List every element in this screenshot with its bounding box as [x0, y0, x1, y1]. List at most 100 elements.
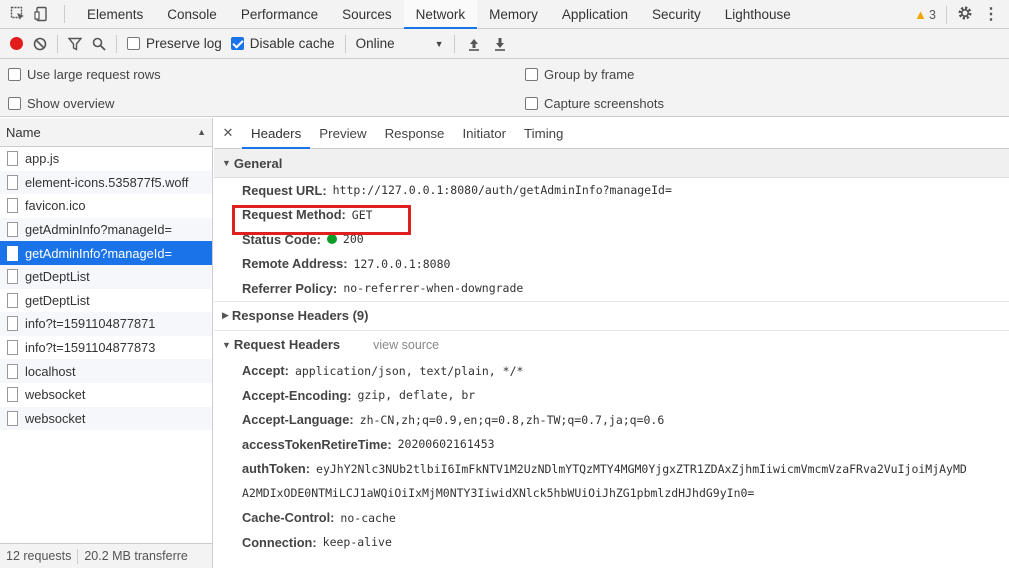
tab-bar-right: ▲ 3 ⋮	[914, 0, 999, 29]
throttling-select[interactable]: Online ▼	[356, 36, 444, 51]
request-name: localhost	[25, 363, 76, 379]
file-icon	[7, 245, 18, 261]
request-name: app.js	[25, 151, 60, 167]
request-headers-list: Accept: application/json, text/plain, */*…	[214, 359, 1009, 555]
file-icon	[7, 174, 18, 190]
warnings-counter[interactable]: ▲ 3	[914, 7, 936, 22]
request-row[interactable]: websocket	[0, 406, 212, 431]
header-row-request-url: Request URL: http://127.0.0.1:8080/auth/…	[214, 178, 1009, 203]
tab-elements[interactable]: Elements	[75, 0, 155, 29]
filter-icon[interactable]	[68, 37, 82, 51]
throttling-value: Online	[355, 36, 395, 51]
request-row[interactable]: localhost	[0, 359, 212, 383]
request-count: 12 requests	[6, 549, 72, 563]
clear-icon[interactable]	[33, 37, 47, 51]
inspect-element-icon[interactable]	[8, 4, 28, 24]
tab-application[interactable]: Application	[550, 0, 640, 29]
header-value: zh-CN,zh;q=0.9,en;q=0.8,zh-TW;q=0.7,ja;q…	[359, 412, 665, 427]
request-header-row: Accept-Language: zh-CN,zh;q=0.9,en;q=0.8,…	[214, 408, 1009, 433]
preserve-log-checkbox[interactable]: Preserve log	[127, 36, 222, 51]
general-section-header[interactable]: ▼ General	[214, 149, 1009, 178]
search-icon[interactable]	[92, 37, 106, 51]
preserve-log-box[interactable]	[127, 37, 140, 50]
tab-security[interactable]: Security	[640, 0, 713, 29]
request-header-row: A2MDIxODE0NTMiLCJ1aWQiOiIxMjM0NTY3IiwidX…	[214, 481, 1009, 506]
tab-memory[interactable]: Memory	[477, 0, 550, 29]
header-name: Accept-Language:	[242, 412, 354, 428]
header-name: Request URL:	[242, 182, 327, 198]
tab-initiator[interactable]: Initiator	[453, 118, 515, 149]
status-ok-icon	[326, 234, 337, 245]
request-row[interactable]: element-icons.535877f5.woff	[0, 170, 212, 195]
tab-network[interactable]: Network	[403, 0, 478, 29]
capture-screenshots-checkbox[interactable]: Capture screenshots	[525, 96, 664, 111]
header-value: keep-alive	[322, 535, 392, 550]
show-overview-checkbox[interactable]: Show overview	[8, 96, 114, 111]
tab-sources[interactable]: Sources	[330, 0, 404, 29]
request-row[interactable]: websocket	[0, 383, 212, 407]
request-row[interactable]: getDeptList	[0, 264, 212, 289]
request-row[interactable]: getAdminInfo?manageId=	[0, 241, 212, 265]
header-name: Connection:	[242, 534, 317, 550]
general-section-label: General	[233, 155, 283, 171]
tab-preview[interactable]: Preview	[310, 118, 375, 149]
large-rows-checkbox[interactable]: Use large request rows	[8, 67, 161, 82]
request-name: favicon.ico	[25, 198, 86, 214]
capture-screenshots-label: Capture screenshots	[544, 96, 664, 111]
devtools-tab-bar: Elements Console Performance Sources Net…	[0, 0, 1009, 29]
show-overview-box[interactable]	[8, 97, 21, 110]
header-value: no-referrer-when-downgrade	[343, 281, 524, 296]
capture-screenshots-box[interactable]	[525, 97, 538, 110]
request-row[interactable]: getDeptList	[0, 289, 212, 313]
toolbar-separator	[453, 34, 455, 53]
file-icon	[7, 269, 18, 285]
request-row[interactable]: info?t=1591104877873	[0, 336, 212, 360]
name-column-header[interactable]: Name ▲	[0, 118, 212, 147]
header-row-remote-address: Remote Address: 127.0.0.1:8080	[214, 252, 1009, 277]
request-row[interactable]: info?t=1591104877871	[0, 312, 212, 336]
network-toolbar: Preserve log Disable cache Online ▼	[0, 29, 1009, 59]
request-row[interactable]: app.js	[0, 147, 212, 171]
request-header-row: Accept-Encoding: gzip, deflate, br	[214, 383, 1009, 408]
header-value: eyJhY2Nlc3NUb2tlbiI6ImFkNTV1M2UzNDlmYTQz…	[316, 461, 967, 476]
request-headers-label: Request Headers	[233, 337, 341, 352]
request-name: getDeptList	[25, 269, 90, 285]
header-value: 127.0.0.1:8080	[353, 256, 451, 271]
header-value: http://127.0.0.1:8080/auth/getAdminInfo?…	[332, 183, 672, 198]
large-rows-box[interactable]	[8, 68, 21, 81]
record-icon[interactable]	[10, 37, 23, 50]
sort-ascending-icon: ▲	[197, 127, 206, 137]
more-options-icon[interactable]: ⋮	[983, 6, 999, 23]
request-header-row: accessTokenRetireTime: 20200602161453	[214, 432, 1009, 457]
group-by-frame-box[interactable]	[525, 68, 538, 81]
group-by-frame-label: Group by frame	[544, 67, 635, 82]
tab-response[interactable]: Response	[376, 118, 454, 149]
tab-performance[interactable]: Performance	[229, 0, 330, 29]
group-by-frame-checkbox[interactable]: Group by frame	[525, 67, 634, 82]
disable-cache-checkbox[interactable]: Disable cache	[230, 36, 335, 51]
header-name: Accept-Encoding:	[242, 387, 352, 403]
view-source-link[interactable]: view source	[373, 338, 439, 352]
import-har-icon[interactable]	[467, 37, 481, 51]
close-icon[interactable]: ✕	[214, 125, 242, 141]
file-icon	[7, 340, 18, 356]
header-name: Referrer Policy:	[242, 280, 338, 296]
tab-console[interactable]: Console	[155, 0, 229, 29]
export-har-icon[interactable]	[493, 37, 507, 51]
toolbar-separator	[57, 34, 58, 53]
tab-timing[interactable]: Timing	[515, 118, 572, 149]
request-headers-section-header[interactable]: ▼ Request Headers view source	[214, 329, 1009, 359]
device-toolbar-icon[interactable]	[32, 4, 52, 24]
request-row[interactable]: getAdminInfo?manageId=	[0, 217, 212, 242]
name-column-label: Name	[6, 124, 41, 140]
response-headers-section-header[interactable]: ▶ Response Headers (9)	[214, 300, 1009, 330]
disable-cache-box[interactable]	[230, 37, 244, 50]
toolbar-separator	[344, 34, 346, 53]
tab-headers[interactable]: Headers	[242, 118, 311, 149]
gear-icon[interactable]	[957, 5, 973, 24]
file-icon	[7, 292, 18, 308]
request-header-row: Cache-Control: no-cache	[214, 506, 1009, 531]
request-row[interactable]: favicon.ico	[0, 194, 212, 218]
header-name: Remote Address:	[242, 256, 348, 272]
tab-lighthouse[interactable]: Lighthouse	[713, 0, 803, 29]
